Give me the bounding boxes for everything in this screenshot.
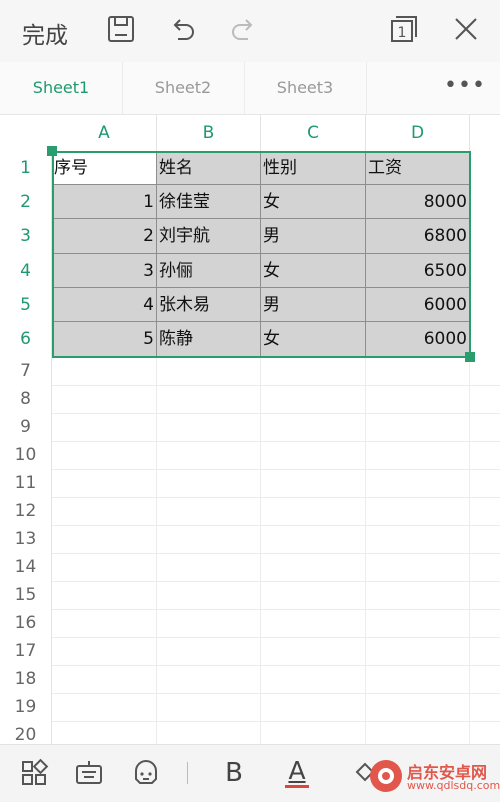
- font-color-swatch: [285, 785, 309, 788]
- table-cell[interactable]: 女: [261, 185, 366, 219]
- row-header[interactable]: 14: [0, 553, 52, 581]
- column-header-c[interactable]: C: [261, 115, 366, 151]
- undo-icon[interactable]: [168, 14, 198, 44]
- toolbar-divider: [187, 762, 188, 784]
- more-icon: •••: [444, 73, 486, 98]
- sheet-tabs: Sheet1 Sheet2 Sheet3 •••: [0, 62, 500, 115]
- table-cell[interactable]: 6000: [366, 322, 470, 357]
- row-header[interactable]: 4: [0, 254, 52, 288]
- column-header-a[interactable]: A: [52, 115, 157, 151]
- table-cell[interactable]: 女: [261, 322, 366, 357]
- window-count: 1: [398, 25, 407, 41]
- table-cell[interactable]: 男: [261, 219, 366, 254]
- top-toolbar: 完成 1: [0, 0, 500, 62]
- watermark-url: www.qdlsdq.com: [407, 779, 500, 792]
- assistant-face-icon[interactable]: [131, 758, 161, 788]
- table-cell[interactable]: 2: [52, 219, 157, 254]
- row-header[interactable]: 6: [0, 322, 52, 357]
- table-cell[interactable]: 孙俪: [157, 254, 261, 288]
- row-header[interactable]: 2: [0, 185, 52, 219]
- row-header[interactable]: 20: [0, 721, 52, 744]
- apps-grid-icon[interactable]: [19, 758, 49, 788]
- row-header[interactable]: 1: [0, 151, 52, 185]
- table-cell[interactable]: 序号: [52, 151, 157, 185]
- tab-sheet1[interactable]: Sheet1: [0, 62, 123, 114]
- redo-icon[interactable]: [228, 14, 258, 44]
- table-cell[interactable]: 刘宇航: [157, 219, 261, 254]
- selection-handle-top-left[interactable]: [47, 146, 57, 156]
- row-header[interactable]: 16: [0, 609, 52, 637]
- table-cell[interactable]: 4: [52, 288, 157, 322]
- font-color-button[interactable]: A: [282, 758, 312, 788]
- watermark-logo-icon: [370, 760, 402, 792]
- table-cell[interactable]: 5: [52, 322, 157, 357]
- table-cell[interactable]: 8000: [366, 185, 470, 219]
- table-cell[interactable]: 张木易: [157, 288, 261, 322]
- keyboard-icon[interactable]: [74, 758, 104, 788]
- row-header[interactable]: 3: [0, 219, 52, 254]
- row-header[interactable]: 18: [0, 665, 52, 693]
- table-cell[interactable]: 6500: [366, 254, 470, 288]
- table-cell[interactable]: 男: [261, 288, 366, 322]
- tab-sheet2[interactable]: Sheet2: [122, 62, 245, 114]
- row-header[interactable]: 8: [0, 385, 52, 413]
- table-cell[interactable]: 3: [52, 254, 157, 288]
- row-header[interactable]: 11: [0, 469, 52, 497]
- table-cell[interactable]: 性别: [261, 151, 366, 185]
- row-header[interactable]: 10: [0, 441, 52, 469]
- window-switch-button[interactable]: 1: [389, 14, 419, 44]
- row-header[interactable]: 5: [0, 288, 52, 322]
- table-cell[interactable]: 工资: [366, 151, 470, 185]
- close-icon[interactable]: [451, 14, 481, 44]
- row-header[interactable]: 19: [0, 693, 52, 721]
- spreadsheet-grid[interactable]: A B C D 1 2 3 4 5 6 7 8 9 10 11 12 13 14…: [0, 115, 500, 744]
- windows-icon: 1: [391, 16, 417, 42]
- column-header-d[interactable]: D: [366, 115, 470, 151]
- row-header[interactable]: 17: [0, 637, 52, 665]
- more-tabs-button[interactable]: •••: [430, 62, 500, 114]
- table-cell[interactable]: 陈静: [157, 322, 261, 357]
- table-cell[interactable]: 女: [261, 254, 366, 288]
- table-cell[interactable]: 6000: [366, 288, 470, 322]
- bold-button[interactable]: B: [219, 758, 249, 788]
- row-header[interactable]: 9: [0, 413, 52, 441]
- row-header[interactable]: 7: [0, 357, 52, 385]
- save-icon[interactable]: [106, 14, 136, 44]
- selection-handle-bottom-right[interactable]: [465, 352, 475, 362]
- tab-sheet3[interactable]: Sheet3: [244, 62, 367, 114]
- table-cell[interactable]: 6800: [366, 219, 470, 254]
- done-button[interactable]: 完成: [22, 16, 68, 50]
- column-header-b[interactable]: B: [157, 115, 261, 151]
- table-cell[interactable]: 姓名: [157, 151, 261, 185]
- watermark: 启东安卓网 www.qdlsdq.com: [367, 755, 500, 799]
- table-cell[interactable]: 1: [52, 185, 157, 219]
- row-header[interactable]: 13: [0, 525, 52, 553]
- table-cell[interactable]: 徐佳莹: [157, 185, 261, 219]
- row-header[interactable]: 15: [0, 581, 52, 609]
- font-color-label: A: [288, 756, 306, 785]
- row-header[interactable]: 12: [0, 497, 52, 525]
